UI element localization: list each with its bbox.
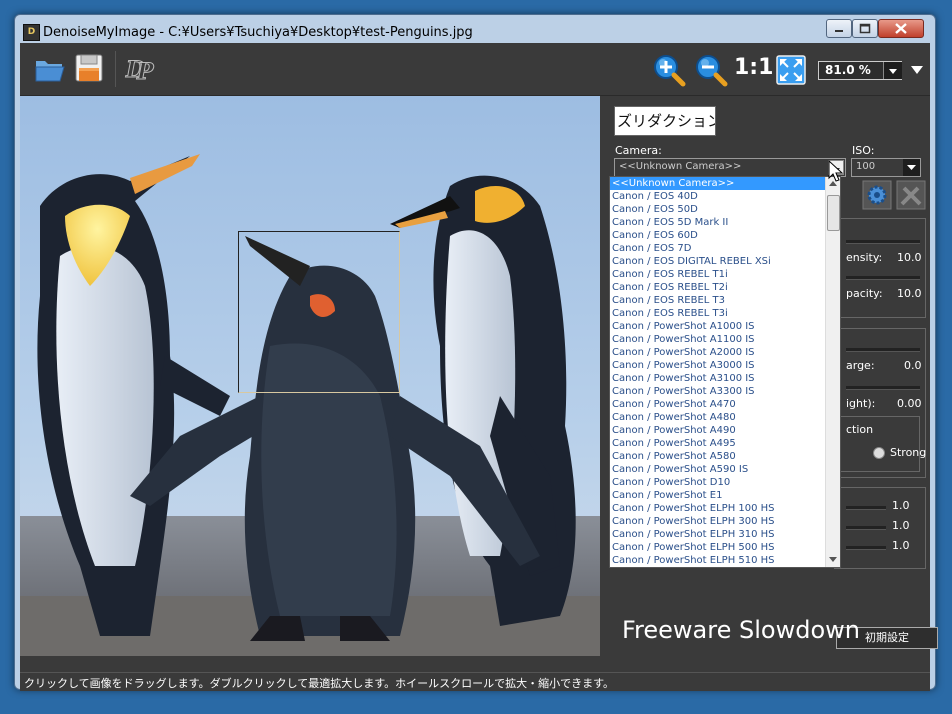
- chevron-down-icon: [889, 69, 897, 74]
- rgb-slider-2[interactable]: [846, 526, 886, 530]
- large-slider[interactable]: [846, 348, 920, 352]
- menu-triangle-icon[interactable]: [910, 63, 924, 77]
- camera-list-item[interactable]: Canon / PowerShot ELPH 510 HS: [610, 554, 825, 567]
- scrollbar-thumb[interactable]: [827, 195, 840, 231]
- camera-list-item[interactable]: Canon / PowerShot A480: [610, 411, 825, 424]
- minimize-button[interactable]: [826, 19, 852, 38]
- camera-list-item[interactable]: Canon / EOS 60D: [610, 229, 825, 242]
- fit-to-window-icon[interactable]: [776, 55, 806, 85]
- freeware-watermark: Freeware Slowdown: [622, 616, 860, 644]
- camera-list-item[interactable]: Canon / PowerShot ELPH 310 HS: [610, 528, 825, 541]
- camera-list-item[interactable]: Canon / EOS 50D: [610, 203, 825, 216]
- light-slider[interactable]: [846, 386, 920, 390]
- camera-list-item[interactable]: Canon / EOS REBEL T1i: [610, 268, 825, 281]
- app-icon: D: [23, 24, 40, 41]
- dropdown-scrollbar[interactable]: [825, 177, 840, 567]
- camera-list-item[interactable]: Canon / EOS REBEL T3i: [610, 307, 825, 320]
- camera-list-item[interactable]: Canon / PowerShot A3300 IS: [610, 385, 825, 398]
- camera-list-item[interactable]: Canon / PowerShot A470: [610, 398, 825, 411]
- mouse-cursor-icon: [828, 160, 844, 182]
- zoom-out-icon[interactable]: [694, 53, 728, 87]
- denoise-logo-icon[interactable]: D P: [123, 53, 157, 86]
- light-value: 0.00: [897, 397, 922, 410]
- density-group: [834, 218, 926, 318]
- camera-list-item[interactable]: Canon / PowerShot A580: [610, 450, 825, 463]
- svg-text:P: P: [136, 59, 155, 85]
- camera-list-item[interactable]: Canon / EOS 5D Mark II: [610, 216, 825, 229]
- settings-gear-icon[interactable]: [862, 180, 892, 210]
- zoom-dropdown-button[interactable]: [883, 62, 902, 79]
- large-label: arge:: [846, 359, 875, 372]
- camera-list-item[interactable]: Canon / PowerShot A2000 IS: [610, 346, 825, 359]
- camera-list-item[interactable]: Canon / PowerShot A490: [610, 424, 825, 437]
- camera-list-item[interactable]: Canon / PowerShot A1100 IS: [610, 333, 825, 346]
- iso-label: ISO:: [852, 144, 875, 157]
- scroll-down-icon[interactable]: [828, 554, 838, 564]
- camera-list-item[interactable]: Canon / PowerShot ELPH 500 HS: [610, 541, 825, 554]
- maximize-button[interactable]: [852, 19, 878, 38]
- camera-list-item[interactable]: Canon / PowerShot D10: [610, 476, 825, 489]
- density-value: 10.0: [897, 251, 922, 264]
- camera-list-item[interactable]: Canon / PowerShot A1000 IS: [610, 320, 825, 333]
- rgb-slider-3[interactable]: [846, 546, 886, 550]
- opacity-slider[interactable]: [846, 276, 920, 280]
- iso-dropdown-button[interactable]: [903, 159, 920, 176]
- camera-select-value: <<Unknown Camera>>: [619, 161, 742, 172]
- status-text: クリックして画像をドラッグします。ダブルクリックして最適拡大します。ホイールスク…: [24, 677, 615, 690]
- toolbar: D P 1:1 81.0 %: [20, 43, 930, 96]
- opacity-value: 10.0: [897, 287, 922, 300]
- rgb-value-1: 1.0: [892, 499, 910, 512]
- close-button[interactable]: [878, 19, 924, 38]
- camera-list-item[interactable]: Canon / PowerShot A590 IS: [610, 463, 825, 476]
- close-icon: [895, 23, 907, 34]
- light-label: ight):: [846, 397, 876, 410]
- camera-label: Camera:: [615, 144, 662, 157]
- camera-list-item[interactable]: <<Unknown Camera>>: [610, 177, 825, 190]
- status-bar: クリックして画像をドラッグします。ダブルクリックして最適拡大します。ホイールスク…: [20, 672, 930, 691]
- minimize-icon: [835, 30, 843, 32]
- preview-selection-rect[interactable]: [238, 231, 400, 393]
- camera-list-item[interactable]: Canon / PowerShot A3000 IS: [610, 359, 825, 372]
- noise-reduction-button[interactable]: ズリダクション: [614, 106, 716, 136]
- maximize-icon: [859, 23, 871, 34]
- strong-radio-label: Strong: [890, 446, 927, 459]
- actual-size-button[interactable]: 1:1: [734, 55, 773, 80]
- camera-list: <<Unknown Camera>> Canon / EOS 40D Canon /…: [610, 177, 825, 567]
- rgb-slider-1[interactable]: [846, 506, 886, 510]
- zoom-value: 81.0 %: [825, 63, 871, 77]
- toolbar-separator: [115, 51, 116, 87]
- strong-radio[interactable]: [872, 446, 886, 460]
- save-disk-icon[interactable]: [74, 53, 104, 83]
- zoom-select[interactable]: 81.0 %: [818, 61, 902, 80]
- density-label: ensity:: [846, 251, 883, 264]
- opacity-label: pacity:: [846, 287, 883, 300]
- camera-list-item[interactable]: Canon / EOS 40D: [610, 190, 825, 203]
- camera-list-item[interactable]: Canon / EOS 7D: [610, 242, 825, 255]
- rgb-value-2: 1.0: [892, 519, 910, 532]
- tools-icon[interactable]: [896, 180, 926, 210]
- large-value: 0.0: [904, 359, 922, 372]
- camera-list-item[interactable]: Canon / PowerShot A3100 IS: [610, 372, 825, 385]
- correction-label: ction: [846, 423, 874, 436]
- title-bar[interactable]: D DenoiseMyImage - C:¥Users¥Tsuchiya¥Des…: [15, 15, 935, 43]
- camera-list-item[interactable]: Canon / PowerShot E1: [610, 489, 825, 502]
- camera-list-item[interactable]: Canon / EOS REBEL T2i: [610, 281, 825, 294]
- camera-list-item[interactable]: Canon / EOS REBEL T3: [610, 294, 825, 307]
- density-slider[interactable]: [846, 240, 920, 244]
- iso-select-value: 100: [856, 161, 876, 172]
- camera-select[interactable]: <<Unknown Camera>>: [614, 158, 846, 177]
- camera-dropdown-list[interactable]: <<Unknown Camera>> Canon / EOS 40D Canon /…: [609, 176, 841, 568]
- camera-list-item[interactable]: Canon / PowerShot ELPH 100 HS: [610, 502, 825, 515]
- rgb-value-3: 1.0: [892, 539, 910, 552]
- camera-list-item[interactable]: Canon / EOS DIGITAL REBEL XSi: [610, 255, 825, 268]
- chevron-down-icon: [907, 165, 916, 170]
- camera-list-item[interactable]: Canon / PowerShot ELPH 300 HS: [610, 515, 825, 528]
- open-folder-icon[interactable]: [34, 55, 66, 83]
- iso-select[interactable]: 100: [851, 158, 921, 177]
- camera-list-item[interactable]: Canon / PowerShot A495: [610, 437, 825, 450]
- zoom-in-icon[interactable]: [652, 53, 686, 87]
- window-title: DenoiseMyImage - C:¥Users¥Tsuchiya¥Deskt…: [43, 25, 473, 40]
